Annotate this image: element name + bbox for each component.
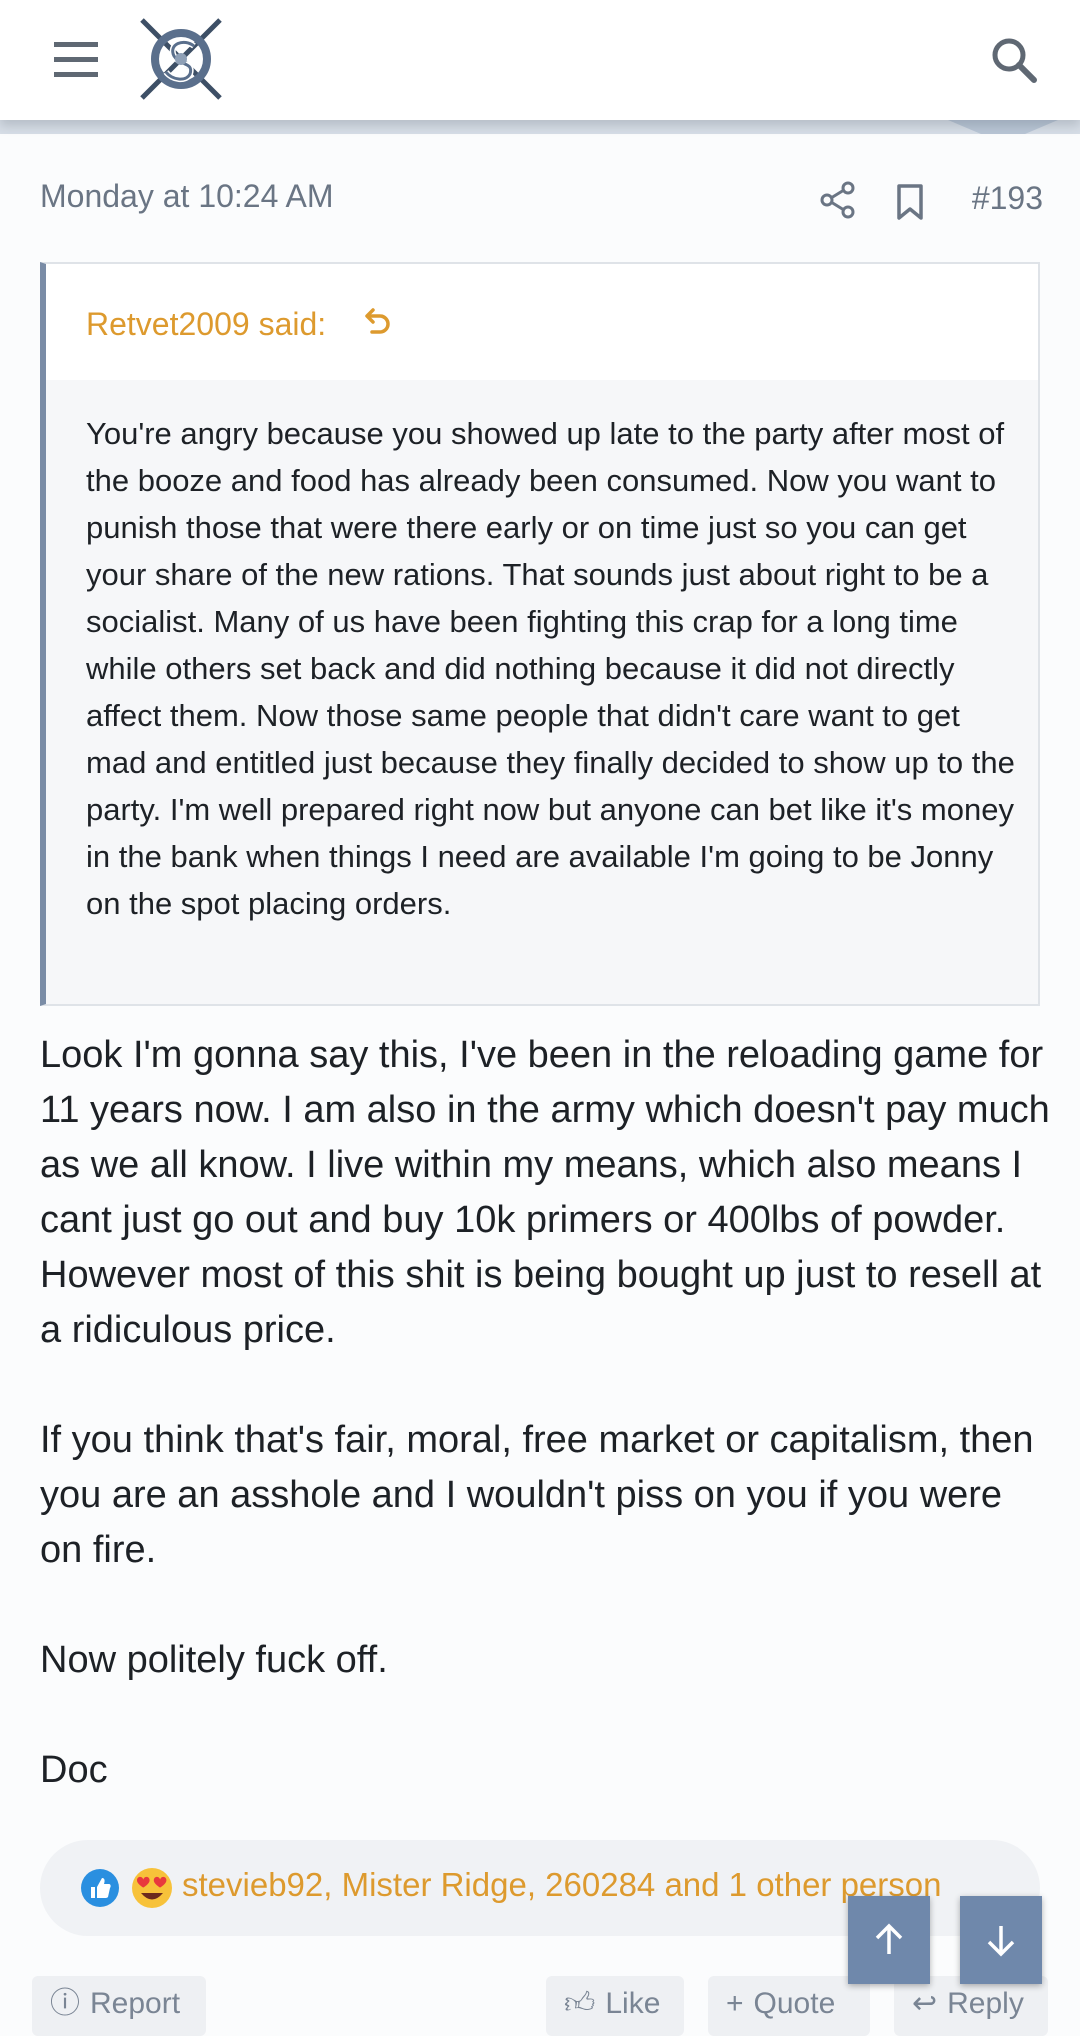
quote-button[interactable]: + Quote xyxy=(708,1976,870,2036)
report-button[interactable]: ⓘ Report xyxy=(32,1976,206,2036)
quote-label: Quote xyxy=(753,1987,836,2020)
quote-author-link[interactable]: Retvet2009 said: xyxy=(86,306,326,343)
arrow-up-icon xyxy=(875,1923,903,1954)
like-label: Like xyxy=(605,1987,661,2020)
like-reaction-icon xyxy=(80,1868,120,1908)
site-logo[interactable] xyxy=(134,12,228,106)
post-paragraph: Look I'm gonna say this, I've been in th… xyxy=(40,1034,1050,1351)
love-reaction-icon xyxy=(130,1866,174,1910)
reply-icon: ↩ xyxy=(912,1987,938,2020)
share-icon[interactable] xyxy=(818,180,858,220)
post-paragraph: Now politely fuck off. xyxy=(40,1639,388,1681)
top-bar xyxy=(0,0,1080,120)
post-date[interactable]: Monday at 10:24 AM xyxy=(40,178,334,215)
post-signature: Doc xyxy=(40,1749,108,1791)
post-paragraph: If you think that's fair, moral, free ma… xyxy=(40,1419,1034,1571)
scroll-down-button[interactable] xyxy=(960,1896,1042,1984)
quote-text: You're angry because you showed up late … xyxy=(86,416,1015,921)
hamburger-menu-icon[interactable] xyxy=(46,34,106,86)
search-icon[interactable] xyxy=(984,30,1044,90)
post-number-link[interactable]: #193 xyxy=(972,180,1043,217)
report-icon: ⓘ xyxy=(50,1987,80,2020)
reply-button[interactable]: ↩ Reply xyxy=(894,1976,1048,2036)
bookmark-icon[interactable] xyxy=(892,182,928,222)
quote-block: Retvet2009 said: You're angry because yo… xyxy=(40,262,1040,1006)
report-label: Report xyxy=(90,1987,181,2020)
reply-label: Reply xyxy=(947,1987,1024,2020)
post-body: Look I'm gonna say this, I've been in th… xyxy=(40,1028,1050,1853)
arrow-down-icon xyxy=(987,1926,1015,1957)
thumbs-up-icon: 👍︎ xyxy=(564,1987,596,2020)
plus-icon: + xyxy=(726,1987,744,2020)
like-button[interactable]: 👍︎ Like xyxy=(546,1976,684,2036)
reactions-users-link[interactable]: stevieb92, Mister Ridge, 260284 and 1 ot… xyxy=(182,1866,941,1904)
header-notch xyxy=(948,120,1058,134)
scroll-up-button[interactable] xyxy=(848,1896,930,1984)
header-underbar xyxy=(0,120,1080,134)
jump-to-quote-icon[interactable] xyxy=(358,304,394,340)
quote-header: Retvet2009 said: xyxy=(46,264,1038,380)
